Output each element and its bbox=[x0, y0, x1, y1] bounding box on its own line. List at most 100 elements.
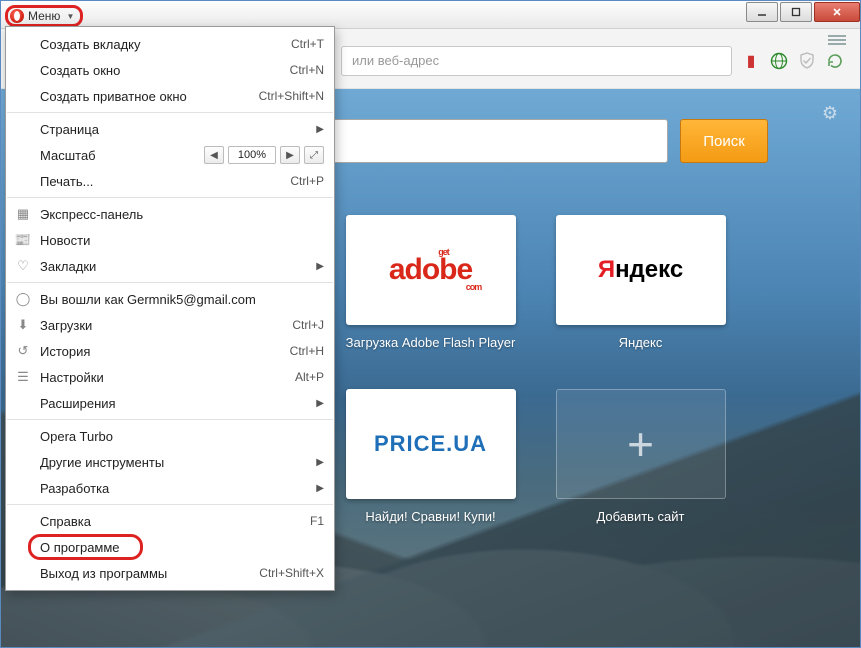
menu-signed-in[interactable]: ◯ Вы вошли как Germnik5@gmail.com bbox=[6, 286, 334, 312]
menu-item-label: История bbox=[40, 344, 90, 359]
menu-about[interactable]: О программе bbox=[6, 534, 334, 560]
chevron-down-icon: ▼ bbox=[66, 12, 74, 21]
user-icon: ◯ bbox=[14, 290, 32, 308]
submenu-arrow-icon: ▶ bbox=[316, 124, 324, 135]
settings-icon: ☰ bbox=[14, 368, 32, 386]
bookmark-icon[interactable]: ▮ bbox=[742, 52, 760, 70]
menu-separator bbox=[7, 282, 333, 283]
menu-item-shortcut: Ctrl+Shift+X bbox=[259, 566, 324, 580]
menu-item-shortcut: Ctrl+P bbox=[290, 174, 324, 188]
heart-icon: ♡ bbox=[14, 257, 32, 275]
tile-add-site[interactable]: + Добавить сайт bbox=[556, 389, 726, 524]
address-bar-placeholder: или веб-адрес bbox=[352, 53, 439, 68]
menu-item-label: Разработка bbox=[40, 481, 109, 496]
yandex-ya: Я bbox=[598, 256, 615, 283]
menu-new-tab[interactable]: Создать вкладку Ctrl+T bbox=[6, 31, 334, 57]
shield-icon[interactable] bbox=[798, 52, 816, 70]
menu-item-shortcut: Ctrl+J bbox=[292, 318, 324, 332]
history-icon: ↺ bbox=[14, 342, 32, 360]
menu-item-label: Вы вошли как Germnik5@gmail.com bbox=[40, 292, 256, 307]
menu-news[interactable]: 📰 Новости bbox=[6, 227, 334, 253]
menu-developer[interactable]: Разработка ▶ bbox=[6, 475, 334, 501]
close-button[interactable] bbox=[814, 2, 860, 22]
menu-item-label: Экспресс-панель bbox=[40, 207, 143, 222]
zoom-fullscreen-button[interactable]: ⤢ bbox=[304, 146, 324, 164]
main-menu-dropdown: Создать вкладку Ctrl+T Создать окно Ctrl… bbox=[5, 26, 335, 591]
menu-zoom[interactable]: Масштаб ◀ 100% ▶ ⤢ bbox=[6, 142, 334, 168]
menu-separator bbox=[7, 197, 333, 198]
menu-item-shortcut: Alt+P bbox=[295, 370, 324, 384]
menu-settings[interactable]: ☰ Настройки Alt+P bbox=[6, 364, 334, 390]
download-icon: ⬇ bbox=[14, 316, 32, 334]
submenu-arrow-icon: ▶ bbox=[316, 483, 324, 494]
menu-item-shortcut: Ctrl+Shift+N bbox=[259, 89, 324, 103]
menu-item-label: Opera Turbo bbox=[40, 429, 113, 444]
gear-icon[interactable]: ⚙ bbox=[822, 103, 838, 124]
menu-extensions[interactable]: Расширения ▶ bbox=[6, 390, 334, 416]
tile-adobe[interactable]: get adobe com Загрузка Adobe Flash Playe… bbox=[346, 215, 516, 350]
menu-opera-turbo[interactable]: Opera Turbo bbox=[6, 423, 334, 449]
tile-label: Яндекс bbox=[556, 335, 726, 350]
news-icon: 📰 bbox=[14, 231, 32, 249]
plus-icon: + bbox=[627, 417, 654, 471]
menu-item-label: Создать вкладку bbox=[40, 37, 141, 52]
tile-yandex[interactable]: Яндекс Яндекс bbox=[556, 215, 726, 350]
minimize-button[interactable] bbox=[746, 2, 778, 22]
menu-item-label: Загрузки bbox=[40, 318, 92, 333]
menu-item-label: Выход из программы bbox=[40, 566, 167, 581]
menu-item-label: Другие инструменты bbox=[40, 455, 164, 470]
menu-separator bbox=[7, 419, 333, 420]
menu-item-label: Создать окно bbox=[40, 63, 120, 78]
menu-bookmarks[interactable]: ♡ Закладки ▶ bbox=[6, 253, 334, 279]
priceua-brand: PRICE.UA bbox=[374, 431, 487, 457]
address-bar[interactable]: или веб-адрес bbox=[341, 46, 732, 76]
tile-label: Загрузка Adobe Flash Player bbox=[346, 335, 516, 350]
menu-print[interactable]: Печать... Ctrl+P bbox=[6, 168, 334, 194]
menu-new-window[interactable]: Создать окно Ctrl+N bbox=[6, 57, 334, 83]
menu-item-label: Создать приватное окно bbox=[40, 89, 187, 104]
search-button[interactable]: Поиск bbox=[680, 119, 768, 163]
zoom-value: 100% bbox=[228, 146, 276, 164]
maximize-button[interactable] bbox=[780, 2, 812, 22]
search-button-label: Поиск bbox=[703, 133, 745, 150]
submenu-arrow-icon: ▶ bbox=[316, 261, 324, 272]
menu-item-shortcut: F1 bbox=[310, 514, 324, 528]
menu-item-label: Масштаб bbox=[40, 148, 96, 163]
menu-item-label: Печать... bbox=[40, 174, 93, 189]
menu-item-shortcut: Ctrl+H bbox=[290, 344, 324, 358]
menu-exit[interactable]: Выход из программы Ctrl+Shift+X bbox=[6, 560, 334, 586]
tile-label: Найди! Сравни! Купи! bbox=[346, 509, 516, 524]
submenu-arrow-icon: ▶ bbox=[316, 398, 324, 409]
menu-other-tools[interactable]: Другие инструменты ▶ bbox=[6, 449, 334, 475]
opera-menu-label: Меню bbox=[28, 9, 60, 23]
menu-speed-dial[interactable]: ▦ Экспресс-панель bbox=[6, 201, 334, 227]
menu-page[interactable]: Страница ▶ bbox=[6, 116, 334, 142]
menu-help[interactable]: Справка F1 bbox=[6, 508, 334, 534]
menu-separator bbox=[7, 112, 333, 113]
menu-new-private-window[interactable]: Создать приватное окно Ctrl+Shift+N bbox=[6, 83, 334, 109]
menu-item-label: Новости bbox=[40, 233, 90, 248]
menu-item-label: Страница bbox=[40, 122, 99, 137]
zoom-controls: ◀ 100% ▶ ⤢ bbox=[204, 146, 324, 164]
window-titlebar: Меню ▼ bbox=[1, 1, 860, 29]
menu-downloads[interactable]: ⬇ Загрузки Ctrl+J bbox=[6, 312, 334, 338]
zoom-out-button[interactable]: ◀ bbox=[204, 146, 224, 164]
panel-toggle-icon[interactable] bbox=[828, 35, 846, 45]
yandex-rest: ндекс bbox=[615, 256, 683, 283]
menu-item-shortcut: Ctrl+T bbox=[291, 37, 324, 51]
grid-icon: ▦ bbox=[14, 205, 32, 223]
opera-menu-button[interactable]: Меню ▼ bbox=[5, 5, 83, 27]
browser-window: Меню ▼ или веб-адрес ▮ ⚙ bbox=[0, 0, 861, 648]
adobe-com: com bbox=[466, 283, 482, 292]
menu-separator bbox=[7, 504, 333, 505]
globe-icon[interactable] bbox=[770, 52, 788, 70]
menu-item-label: Расширения bbox=[40, 396, 116, 411]
zoom-in-button[interactable]: ▶ bbox=[280, 146, 300, 164]
menu-item-shortcut: Ctrl+N bbox=[290, 63, 324, 77]
menu-history[interactable]: ↺ История Ctrl+H bbox=[6, 338, 334, 364]
submenu-arrow-icon: ▶ bbox=[316, 457, 324, 468]
menu-item-label: Закладки bbox=[40, 259, 96, 274]
tile-label: Добавить сайт bbox=[556, 509, 726, 524]
refresh-icon[interactable] bbox=[826, 52, 844, 70]
tile-priceua[interactable]: PRICE.UA Найди! Сравни! Купи! bbox=[346, 389, 516, 524]
